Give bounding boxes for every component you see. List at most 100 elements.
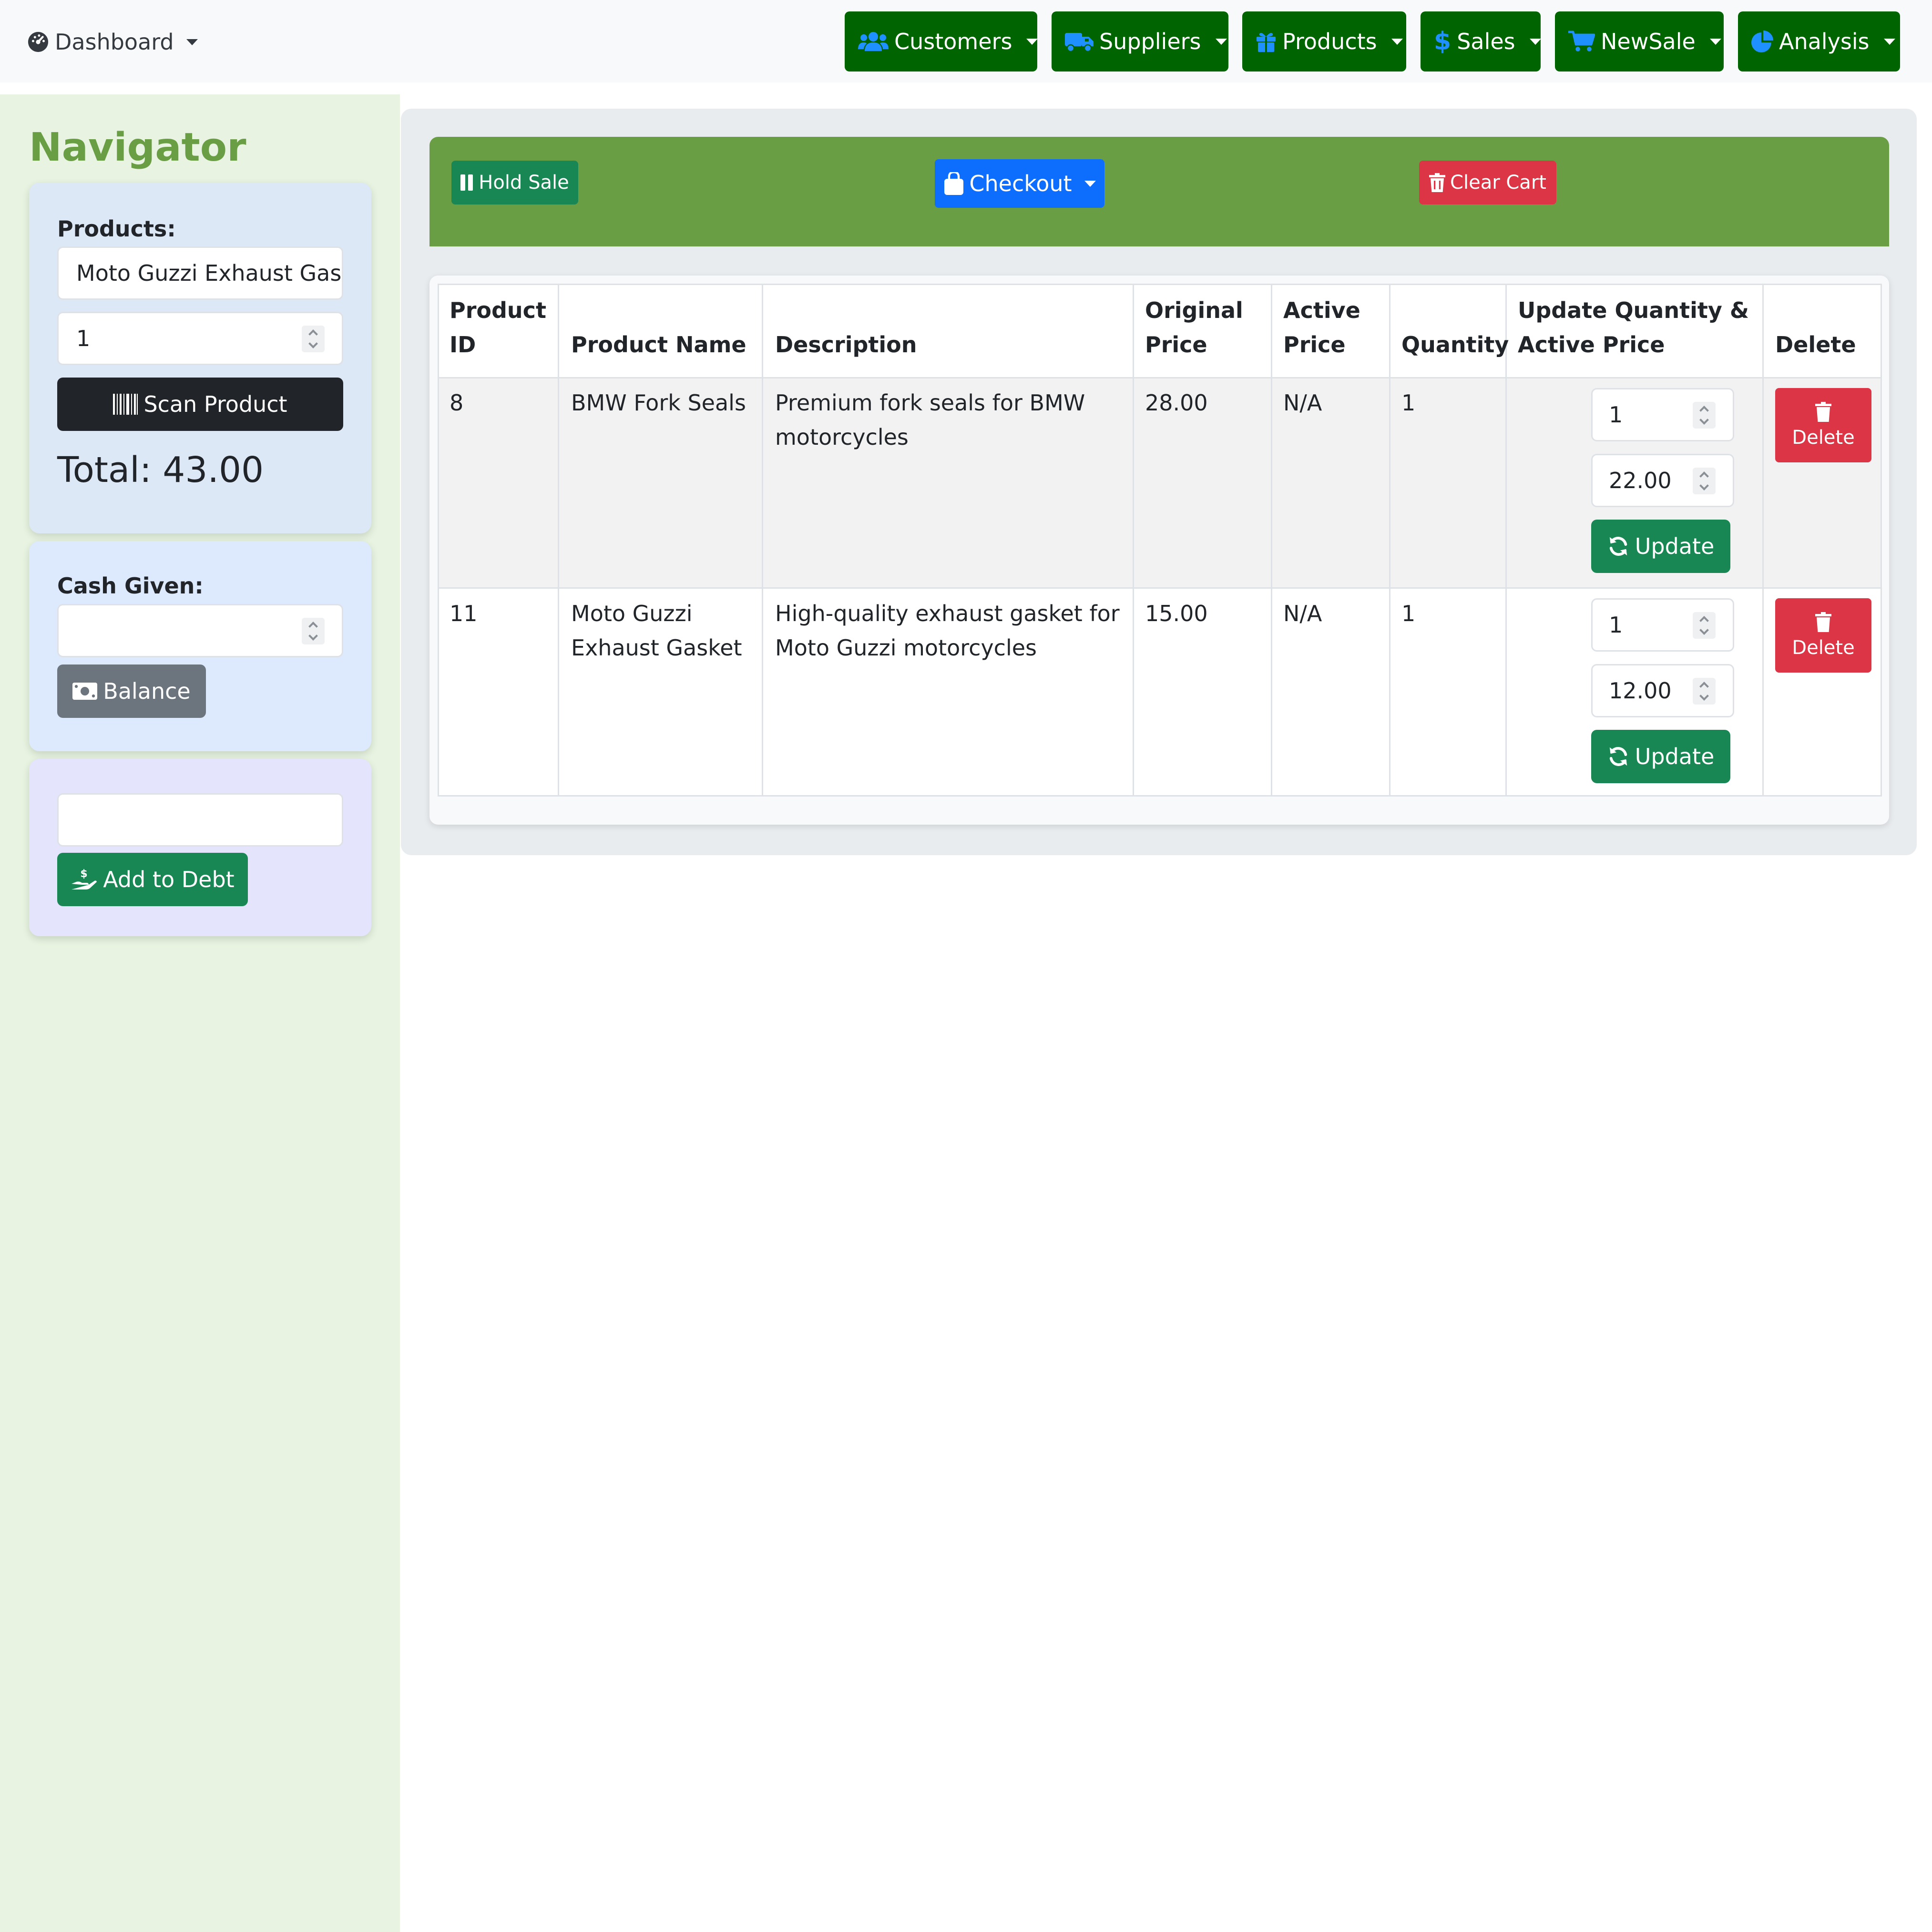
customers-menu-button[interactable]: Customers: [845, 11, 1038, 72]
products-menu-label: Products: [1282, 29, 1377, 54]
quantity-stepper[interactable]: [1693, 612, 1716, 639]
cash-stepper[interactable]: [302, 618, 325, 644]
chevron-down-icon: [1709, 38, 1721, 45]
dashboard-dropdown[interactable]: Dashboard: [27, 27, 198, 57]
header-description: Description: [775, 332, 917, 358]
cell-quantity: 1: [1401, 601, 1416, 626]
cell-active-price: N/A: [1283, 601, 1322, 626]
clear-cart-label: Clear Cart: [1450, 172, 1546, 194]
cell-product-name: Moto Guzzi Exhaust Gasket: [571, 601, 742, 661]
cart-table-card: Product ID Product Name Description Origi…: [429, 276, 1889, 825]
balance-button[interactable]: Balance: [57, 664, 206, 718]
cell-product-id: 8: [450, 390, 464, 416]
cell-quantity: 1: [1401, 390, 1416, 416]
customers-menu-label: Customers: [894, 29, 1012, 54]
dollar-icon: $: [1434, 27, 1452, 56]
add-to-debt-button[interactable]: $ Add to Debt: [57, 853, 248, 906]
money-bill-icon: [72, 683, 98, 700]
product-scan-card: Products: Moto Guzzi Exhaust Gasket 1 Sc…: [29, 183, 371, 533]
barcode-icon: [113, 394, 138, 415]
newsale-menu-label: NewSale: [1601, 29, 1696, 54]
cart-icon: [1568, 31, 1595, 51]
quantity-stepper[interactable]: [302, 326, 325, 352]
debt-card: $ Add to Debt: [29, 759, 371, 936]
shopping-bag-icon: [944, 172, 964, 195]
delete-button[interactable]: Delete: [1775, 388, 1871, 462]
chevron-down-icon: [1215, 38, 1227, 45]
update-button[interactable]: Update: [1591, 520, 1730, 573]
clear-cart-button[interactable]: Clear Cart: [1419, 161, 1556, 204]
update-quantity-input[interactable]: 1: [1591, 598, 1734, 652]
chevron-down-icon: [1883, 38, 1895, 45]
suppliers-menu-button[interactable]: Suppliers: [1052, 11, 1228, 72]
header-update: Update Quantity & Active Price: [1518, 297, 1749, 358]
trash-icon: [1429, 173, 1446, 192]
header-active-price: Active Price: [1283, 297, 1360, 358]
cash-given-label: Cash Given:: [57, 573, 204, 599]
update-quantity-input[interactable]: 1: [1591, 388, 1734, 441]
header-product-name: Product Name: [571, 332, 746, 358]
cell-description: High-quality exhaust gasket for Moto Guzz…: [775, 601, 1120, 661]
chevron-down-icon: [1026, 38, 1038, 45]
cell-description: Premium fork seals for BMW motorcycles: [775, 390, 1085, 450]
cart-total: Total: 43.00: [57, 450, 264, 491]
cell-original-price: 28.00: [1145, 390, 1208, 416]
header-delete: Delete: [1775, 332, 1856, 358]
analysis-menu-button[interactable]: Analysis: [1738, 11, 1900, 72]
cell-original-price: 15.00: [1145, 601, 1208, 626]
chevron-down-icon: [1391, 38, 1403, 45]
hold-sale-button[interactable]: Hold Sale: [451, 161, 578, 204]
pause-icon: [460, 174, 473, 191]
quantity-value: 1: [76, 326, 91, 351]
newsale-menu-button[interactable]: NewSale: [1555, 11, 1724, 72]
chevron-down-icon: [1529, 38, 1541, 45]
price-stepper[interactable]: [1693, 468, 1716, 494]
cart-table: Product ID Product Name Description Origi…: [438, 284, 1882, 797]
pie-chart-icon: [1751, 31, 1773, 52]
scan-product-label: Scan Product: [143, 391, 287, 417]
checkout-label: Checkout: [969, 171, 1072, 196]
top-navbar: Dashboard Customers Suppliers Products $…: [0, 0, 1932, 82]
navigator-title: Navigator: [29, 125, 246, 170]
gift-icon: [1257, 33, 1276, 52]
cell-product-id: 11: [450, 601, 478, 626]
delete-button[interactable]: Delete: [1775, 598, 1871, 673]
sales-menu-button[interactable]: $ Sales: [1421, 11, 1541, 72]
header-quantity: Quantity: [1401, 332, 1509, 358]
suppliers-menu-label: Suppliers: [1099, 29, 1201, 54]
product-search-input[interactable]: Moto Guzzi Exhaust Gasket: [57, 246, 343, 300]
quantity-stepper[interactable]: [1693, 402, 1716, 429]
update-button[interactable]: Update: [1591, 730, 1730, 783]
users-icon: [858, 32, 889, 51]
cell-active-price: N/A: [1283, 390, 1322, 416]
cell-product-name: BMW Fork Seals: [571, 390, 746, 416]
chevron-down-icon: [1084, 180, 1096, 187]
cash-given-input[interactable]: [57, 604, 343, 657]
analysis-menu-label: Analysis: [1779, 29, 1870, 54]
header-product-id: Product ID: [450, 297, 546, 358]
update-price-input[interactable]: 12.00: [1591, 664, 1734, 717]
sales-menu-label: Sales: [1457, 29, 1515, 54]
products-menu-button[interactable]: Products: [1242, 11, 1406, 72]
cash-card: Cash Given: Balance: [29, 541, 371, 751]
hand-holding-dollar-icon: $: [72, 868, 97, 889]
update-price-input[interactable]: 22.00: [1591, 454, 1734, 507]
checkout-dropdown-button[interactable]: Checkout: [935, 159, 1104, 208]
dashboard-label: Dashboard: [55, 29, 174, 55]
scan-product-button[interactable]: Scan Product: [57, 378, 343, 431]
products-label: Products:: [57, 216, 176, 242]
chevron-down-icon: [186, 39, 198, 45]
quantity-input[interactable]: 1: [57, 312, 343, 365]
balance-label: Balance: [103, 678, 191, 704]
trash-icon: [1815, 402, 1831, 422]
truck-icon: [1065, 33, 1094, 52]
add-to-debt-label: Add to Debt: [103, 867, 235, 892]
refresh-icon: [1609, 537, 1627, 556]
trash-icon: [1815, 612, 1831, 632]
refresh-icon: [1609, 747, 1627, 766]
price-stepper[interactable]: [1693, 678, 1716, 705]
svg-text:$: $: [81, 868, 88, 880]
debt-input[interactable]: [57, 793, 343, 847]
cart-action-bar: Hold Sale Checkout Clear Cart: [429, 137, 1889, 246]
dashboard-gauge-icon: [28, 31, 49, 52]
